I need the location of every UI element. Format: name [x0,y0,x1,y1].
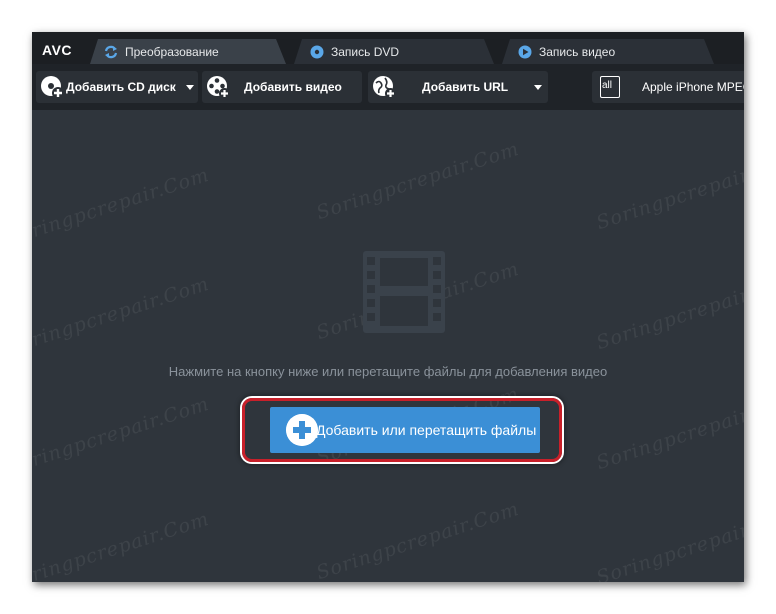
add-or-drop-files-button[interactable]: Добавить или перетащить файлы [270,407,540,453]
add-url-dropdown-caret[interactable] [534,85,542,90]
file-drop-area[interactable]: Soringpcrepair.Com Soringpcrepair.Com So… [32,110,744,582]
add-video-label: Добавить видео [244,80,342,94]
app-window: AVC Преобразование Запись DVD Запись вид… [32,32,744,582]
cd-add-icon [41,76,64,99]
add-or-drop-files-label: Добавить или перетащить файлы [316,422,537,438]
tab-video-record[interactable]: Запись видео [502,39,714,64]
add-video-button[interactable]: Добавить видео [202,71,362,103]
play-record-icon [518,45,532,58]
app-logo: AVC [42,42,73,58]
add-cd-label: Добавить CD диск [66,80,176,94]
profile-all-icon: all [600,76,620,98]
tab-dvd-burn[interactable]: Запись DVD [294,39,494,64]
add-url-label: Добавить URL [422,80,509,94]
convert-refresh-icon [104,45,118,58]
tab-bar: AVC Преобразование Запись DVD Запись вид… [32,32,744,64]
output-profile-label: Apple iPhone MPEG [642,80,744,94]
toolbar: Добавить CD диск Добавить видео Добавить… [32,64,744,110]
add-cd-button[interactable]: Добавить CD диск [36,71,198,103]
output-profile-selector[interactable]: all Apple iPhone MPEG [592,71,744,103]
dvd-disc-icon [310,45,324,58]
tab-conversion-label: Преобразование [125,44,219,59]
add-cd-dropdown-caret[interactable] [186,85,194,90]
globe-add-icon [373,76,396,99]
tab-video-record-label: Запись видео [539,44,616,59]
film-reel-add-icon [207,76,230,99]
tab-dvd-burn-label: Запись DVD [331,44,400,59]
film-strip-icon [363,251,445,333]
plus-circle-icon [286,414,318,446]
drop-hint-text: Нажмите на кнопку ниже или перетащите фа… [168,364,608,379]
add-url-button[interactable]: Добавить URL [368,71,548,103]
tab-conversion[interactable]: Преобразование [90,39,286,64]
